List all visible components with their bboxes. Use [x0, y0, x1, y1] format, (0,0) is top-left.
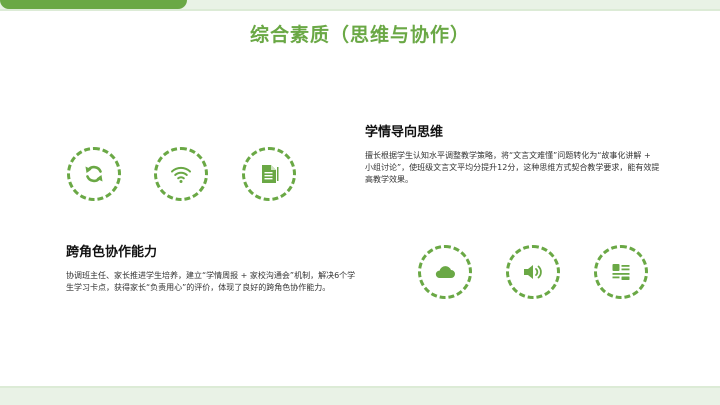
section-body-learning-oriented: 擅长根据学生认知水平调整教学策略，将“文言文难懂”问题转化为“故事化讲解 + 小… — [365, 151, 660, 184]
bottom-decor-band — [0, 388, 720, 405]
section-body-collaboration: 协调班主任、家长推进学生培养，建立“学情周报 + 家校沟通会”机制，解决6个学生… — [66, 271, 356, 292]
list-layout-icon — [612, 264, 630, 280]
wifi-icon-circle — [154, 147, 208, 201]
speaker-icon-circle — [506, 245, 560, 299]
section-heading-collaboration: 跨角色协作能力 — [66, 245, 158, 260]
section-heading-learning-oriented: 学情导向思维 — [365, 125, 444, 140]
cloud-icon — [435, 266, 455, 278]
refresh-icon-circle — [67, 147, 121, 201]
wifi-icon — [171, 166, 191, 183]
top-decor-line — [0, 9, 720, 11]
document-icon — [262, 165, 279, 183]
slide-title: 综合素质（思维与协作） — [249, 24, 470, 46]
list-layout-icon-circle — [594, 245, 648, 299]
speaker-icon — [524, 265, 542, 279]
document-icon-circle — [242, 147, 296, 201]
refresh-icon — [85, 165, 103, 183]
cloud-icon-circle — [418, 245, 472, 299]
top-decor-tab — [0, 0, 187, 9]
